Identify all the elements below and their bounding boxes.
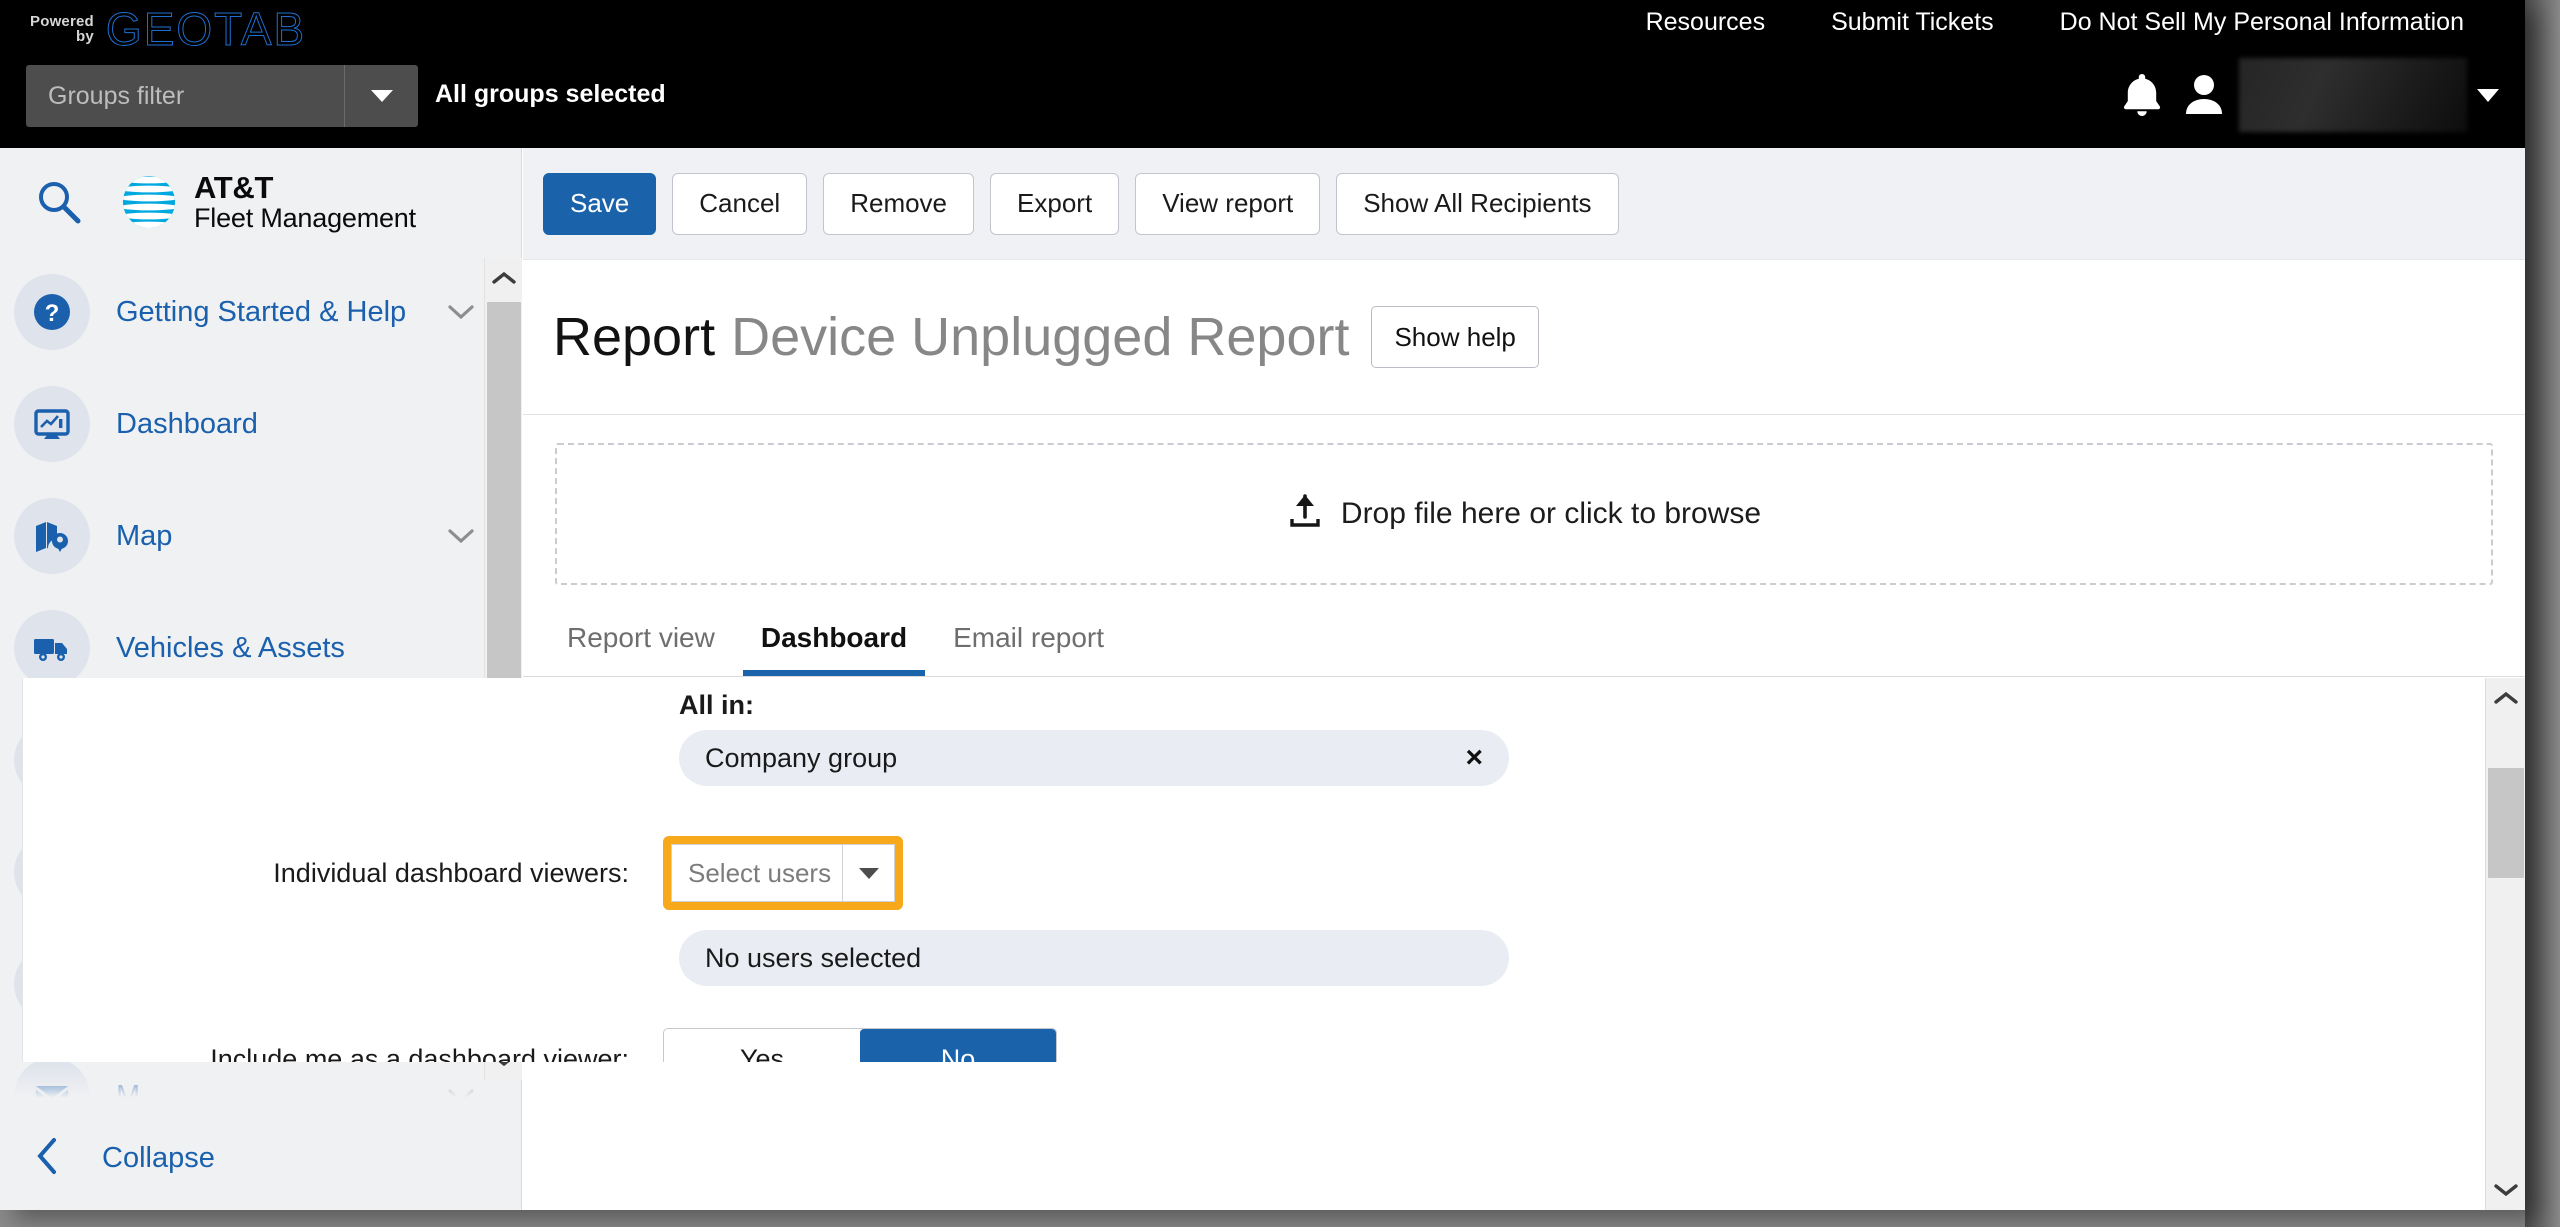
att-globe-icon bbox=[118, 171, 180, 233]
individual-viewers-label: Individual dashboard viewers: bbox=[273, 857, 629, 888]
chevron-down-icon bbox=[858, 867, 879, 879]
chevron-left-icon bbox=[34, 1136, 60, 1181]
att-brand-line1: AT&T bbox=[194, 169, 274, 205]
header-user-area bbox=[2111, 58, 2513, 132]
dashboard-settings-panel: All in: Company group × Individual dashb… bbox=[22, 678, 1960, 1062]
chevron-down-icon[interactable] bbox=[448, 304, 474, 320]
selected-group-pill[interactable]: Company group × bbox=[679, 730, 1509, 786]
user-name-redacted bbox=[2239, 58, 2467, 132]
sidebar-item-label: Map bbox=[116, 519, 173, 552]
report-tabs: Report view Dashboard Email report bbox=[523, 601, 2525, 677]
page-title: Report bbox=[553, 307, 716, 367]
sidebar-scroll-up-button[interactable] bbox=[485, 258, 522, 298]
user-avatar-icon[interactable] bbox=[2173, 64, 2235, 126]
window-edge-shadow bbox=[2525, 0, 2560, 1227]
sidebar-header: AT&T Fleet Management bbox=[0, 148, 521, 256]
dropzone-container: Drop file here or click to browse bbox=[523, 415, 2525, 601]
map-pin-icon bbox=[14, 498, 90, 574]
powered-by-text: Powered by bbox=[30, 14, 94, 44]
powered-line-2: by bbox=[76, 28, 94, 45]
chevron-down-icon[interactable] bbox=[448, 1088, 474, 1104]
include-me-toggle[interactable]: Yes No bbox=[663, 1028, 1057, 1062]
panel-scroll-up-button[interactable] bbox=[2486, 678, 2525, 718]
global-header: Powered by GEOTAB Groups filter All grou… bbox=[0, 0, 2525, 148]
show-help-button[interactable]: Show help bbox=[1371, 306, 1539, 368]
save-button[interactable]: Save bbox=[543, 172, 657, 235]
att-brand-text: AT&T Fleet Management bbox=[194, 169, 416, 234]
groups-status-text: All groups selected bbox=[435, 80, 666, 108]
panel-scrollbar-thumb[interactable] bbox=[2488, 768, 2524, 878]
sidebar-collapse-button[interactable]: Collapse bbox=[0, 1106, 520, 1210]
page-subtitle: Device Unplugged Report bbox=[731, 307, 1350, 367]
select-users-arrow[interactable] bbox=[842, 845, 894, 901]
selected-group-label: Company group bbox=[705, 742, 898, 773]
select-users-highlight: Select users bbox=[663, 836, 903, 910]
no-users-selected-pill: No users selected bbox=[679, 930, 1509, 986]
powered-by-geotab-logo: Powered by GEOTAB bbox=[30, 2, 306, 56]
page-title-bar: Report Device Unplugged Report Show help bbox=[523, 260, 2525, 415]
powered-line-1: Powered bbox=[30, 13, 94, 30]
sidebar-item-getting-started[interactable]: ? Getting Started & Help bbox=[0, 256, 522, 368]
remove-button[interactable]: Remove bbox=[823, 172, 975, 235]
report-toolbar: Save Cancel Remove Export View report Sh… bbox=[523, 148, 2525, 260]
monitor-chart-icon bbox=[14, 386, 90, 462]
chevron-down-icon[interactable] bbox=[448, 528, 474, 544]
show-all-recipients-button[interactable]: Show All Recipients bbox=[1336, 172, 1619, 235]
no-users-selected-label: No users selected bbox=[705, 942, 922, 973]
user-menu-chevron-down-icon[interactable] bbox=[2477, 88, 2499, 102]
notifications-bell-icon[interactable] bbox=[2111, 64, 2173, 126]
sidebar-item-label: Getting Started & Help bbox=[116, 295, 407, 328]
toggle-option-no[interactable]: No bbox=[860, 1029, 1056, 1062]
header-link-resources[interactable]: Resources bbox=[1613, 8, 1799, 37]
att-brand-line2: Fleet Management bbox=[194, 203, 416, 234]
question-mark-icon: ? bbox=[14, 274, 90, 350]
groups-filter-arrow[interactable] bbox=[344, 65, 418, 127]
sidebar-item-dashboard[interactable]: Dashboard bbox=[0, 368, 522, 480]
search-icon[interactable] bbox=[22, 165, 96, 239]
svg-text:?: ? bbox=[45, 300, 60, 327]
all-in-label: All in: bbox=[679, 690, 754, 720]
sidebar-item-map[interactable]: Map bbox=[0, 480, 522, 592]
cancel-button[interactable]: Cancel bbox=[672, 172, 808, 235]
application-window: Powered by GEOTAB Groups filter All grou… bbox=[0, 0, 2525, 1210]
sidebar-item-label: M bbox=[116, 1079, 141, 1105]
header-link-do-not-sell[interactable]: Do Not Sell My Personal Information bbox=[2027, 8, 2497, 37]
upload-icon bbox=[1287, 493, 1323, 536]
file-dropzone[interactable]: Drop file here or click to browse bbox=[555, 443, 2493, 585]
individual-viewers-row: Individual dashboard viewers: Select use… bbox=[23, 836, 903, 910]
messages-icon bbox=[14, 1058, 90, 1104]
sidebar-collapse-label: Collapse bbox=[102, 1141, 215, 1174]
panel-scroll-down-button[interactable] bbox=[2486, 1170, 2525, 1210]
header-link-submit-tickets[interactable]: Submit Tickets bbox=[1798, 8, 2027, 37]
geotab-wordmark: GEOTAB bbox=[105, 3, 307, 56]
sidebar-scrollbar-thumb[interactable] bbox=[487, 302, 521, 682]
include-me-row: Include me as a dashboard viewer: Yes No bbox=[23, 1028, 1057, 1062]
tab-email-report[interactable]: Email report bbox=[935, 622, 1122, 676]
chevron-down-icon bbox=[370, 90, 393, 102]
select-users-dropdown[interactable]: Select users bbox=[671, 844, 895, 902]
groups-filter-placeholder: Groups filter bbox=[48, 81, 185, 110]
include-me-label: Include me as a dashboard viewer: bbox=[210, 1043, 629, 1063]
all-in-row: All in: bbox=[23, 690, 788, 721]
close-icon[interactable]: × bbox=[1465, 741, 1483, 775]
sidebar-item-label: Vehicles & Assets bbox=[116, 631, 345, 664]
export-button[interactable]: Export bbox=[990, 172, 1120, 235]
view-report-button[interactable]: View report bbox=[1135, 172, 1321, 235]
select-users-placeholder: Select users bbox=[688, 857, 832, 888]
group-selection-row: Company group × bbox=[679, 730, 1509, 786]
tab-dashboard[interactable]: Dashboard bbox=[742, 622, 926, 676]
no-users-row: No users selected bbox=[679, 930, 1509, 986]
sidebar-item-label: Dashboard bbox=[116, 407, 258, 440]
toggle-option-yes[interactable]: Yes bbox=[664, 1029, 860, 1063]
header-links: Resources Submit Tickets Do Not Sell My … bbox=[1613, 8, 2497, 37]
tab-report-view[interactable]: Report view bbox=[549, 622, 733, 676]
groups-filter-dropdown[interactable]: Groups filter bbox=[26, 65, 418, 127]
panel-scrollbar[interactable] bbox=[2485, 678, 2525, 1210]
truck-icon bbox=[14, 610, 90, 686]
att-fleet-management-logo: AT&T Fleet Management bbox=[118, 169, 416, 234]
dropzone-label: Drop file here or click to browse bbox=[1340, 497, 1762, 530]
